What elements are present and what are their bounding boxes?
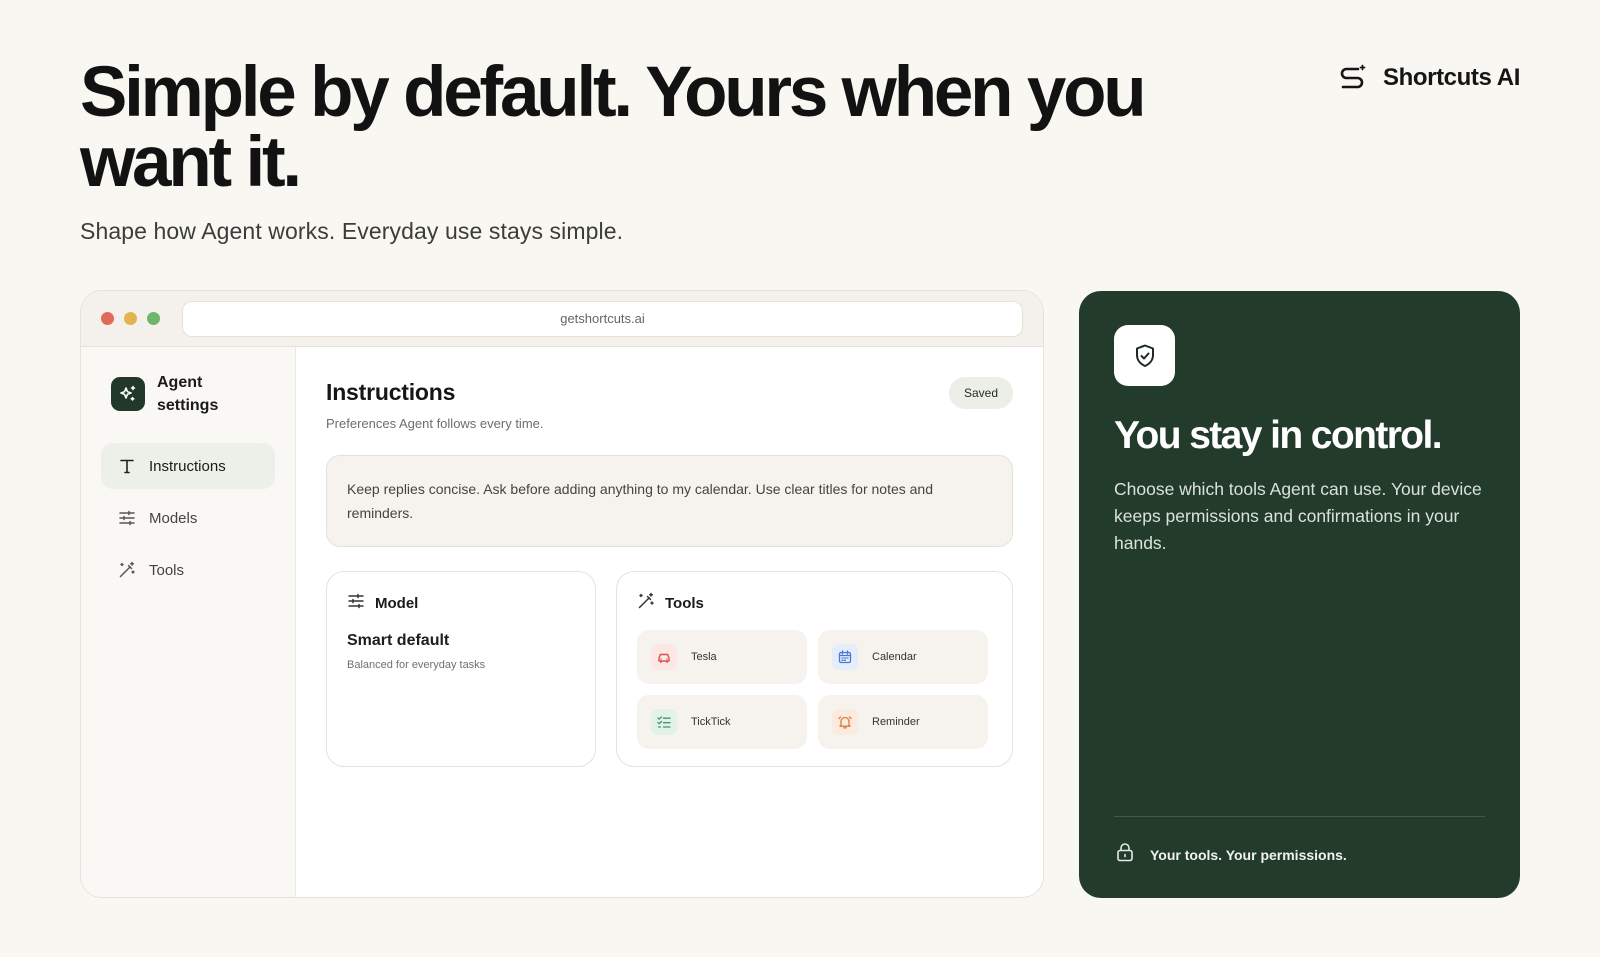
control-panel: You stay in control. Choose which tools … — [1079, 291, 1520, 898]
agent-settings-title: Agent settings — [157, 374, 219, 414]
tool-label: TickTick — [691, 716, 731, 728]
shortcuts-logo-icon — [1335, 61, 1369, 95]
minimize-dot[interactable] — [124, 312, 137, 325]
car-icon — [651, 644, 677, 670]
hero-headline: Simple by default. Yours when you want i… — [80, 53, 1147, 202]
instructions-panel: Instructions Preferences Agent follows e… — [296, 347, 1043, 897]
shield-icon — [1114, 325, 1175, 386]
agent-header: Agent settings — [111, 371, 275, 417]
sidebar-item-tools[interactable]: Tools — [101, 547, 275, 593]
panel-text: Choose which tools Agent can use. Your d… — [1114, 479, 1482, 553]
model-card[interactable]: Model Smart default Balanced for everyda… — [326, 571, 596, 767]
sidebar-item-label: Models — [149, 509, 198, 527]
sidebar-item-models[interactable]: Models — [101, 495, 275, 541]
lock-icon — [1114, 841, 1136, 868]
calendar-icon — [832, 644, 858, 670]
magic-wand-icon — [637, 592, 655, 614]
page-title: Instructions — [326, 379, 456, 405]
panel-footer-text: Your tools. Your permissions. — [1150, 846, 1347, 863]
browser-toolbar: getshortcuts.ai — [81, 291, 1043, 347]
address-bar[interactable]: getshortcuts.ai — [182, 300, 1023, 337]
status-badge: Saved — [948, 377, 1013, 409]
sidebar-nav: Instructions Models Tools — [101, 443, 275, 593]
settings-sidebar: Agent settings Instructions Models Tools — [81, 347, 296, 897]
brand-name: Shortcuts AI — [1383, 64, 1520, 91]
tool-label: Calendar — [872, 651, 917, 663]
tool-label: Reminder — [872, 716, 920, 728]
tools-card-heading: Tools — [665, 594, 704, 612]
tool-reminder[interactable]: Reminder — [818, 695, 988, 749]
text-icon — [117, 456, 137, 476]
instructions-textarea[interactable]: Keep replies concise. Ask before adding … — [326, 455, 1013, 547]
sliders-icon — [347, 592, 365, 614]
close-dot[interactable] — [101, 312, 114, 325]
tool-tesla[interactable]: Tesla — [637, 630, 807, 684]
panel-title: You stay in control. — [1114, 414, 1443, 457]
panel-footer: Your tools. Your permissions. — [1114, 816, 1485, 868]
maximize-dot[interactable] — [147, 312, 160, 325]
bell-icon — [832, 709, 858, 735]
sidebar-item-label: Instructions — [149, 457, 226, 475]
model-card-heading: Model — [375, 594, 419, 612]
browser-window: getshortcuts.ai Agent settings Instructi… — [80, 290, 1044, 898]
hero-subhead: Shape how Agent works. Everyday use stay… — [80, 218, 624, 244]
window-controls — [101, 312, 160, 325]
tool-ticktick[interactable]: TickTick — [637, 695, 807, 749]
tool-label: Tesla — [691, 651, 717, 663]
sidebar-item-instructions[interactable]: Instructions — [101, 443, 275, 489]
tools-card: Tools Tesla Calendar TickTick Reminder — [616, 571, 1013, 767]
model-name: Smart default — [347, 632, 450, 649]
page-description: Preferences Agent follows every time. — [326, 416, 544, 431]
checklist-icon — [651, 709, 677, 735]
sparkle-icon — [111, 377, 145, 411]
brand[interactable]: Shortcuts AI — [1335, 61, 1520, 95]
sidebar-item-label: Tools — [149, 561, 185, 579]
model-description: Balanced for everyday tasks — [347, 659, 486, 671]
magic-wand-icon — [117, 560, 137, 580]
tool-calendar[interactable]: Calendar — [818, 630, 988, 684]
sliders-icon — [117, 508, 137, 528]
